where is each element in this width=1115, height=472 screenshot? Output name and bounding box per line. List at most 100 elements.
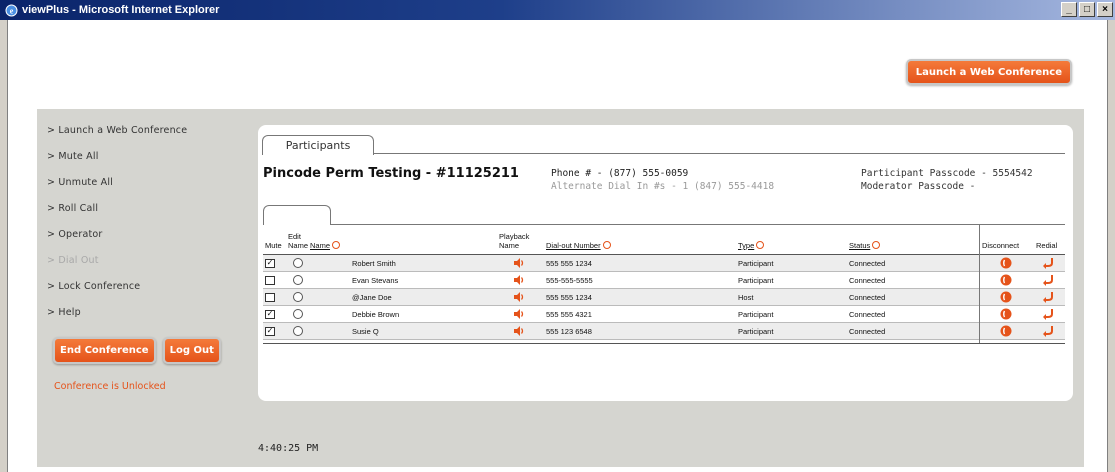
conference-title: Pincode Perm Testing - #11125211 xyxy=(263,166,519,181)
speaker-icon[interactable] xyxy=(513,306,525,322)
sort-icon[interactable] xyxy=(756,241,765,249)
participant-type: Participant xyxy=(738,309,774,319)
header-name-label: Name xyxy=(310,241,331,250)
dialout-number: 555 555 4321 xyxy=(546,309,592,319)
mute-checkbox[interactable]: ✓ xyxy=(265,326,275,336)
sidebar-item-unmute-all[interactable]: > Unmute All xyxy=(47,169,247,195)
ie-icon: e xyxy=(4,3,18,17)
log-out-button[interactable]: Log Out xyxy=(162,337,221,364)
redial-arrow-icon[interactable] xyxy=(1042,272,1055,288)
edit-name-radio[interactable] xyxy=(293,258,303,268)
maximize-button[interactable]: □ xyxy=(1079,2,1095,17)
redial-arrow-icon[interactable] xyxy=(1042,323,1055,339)
header-name[interactable]: Name xyxy=(310,241,341,250)
connection-status: Connected xyxy=(849,309,886,319)
header-playback-name: Name xyxy=(499,241,520,250)
title-bar: e viewPlus - Microsoft Internet Explorer… xyxy=(0,0,1115,20)
minimize-button[interactable]: _ xyxy=(1061,2,1077,17)
speaker-icon[interactable] xyxy=(513,272,525,288)
connection-status: Connected xyxy=(849,326,886,336)
window-title: viewPlus - Microsoft Internet Explorer xyxy=(22,4,220,16)
edit-name-radio[interactable] xyxy=(293,309,303,319)
sort-icon[interactable] xyxy=(602,241,611,249)
participant-type: Participant xyxy=(738,275,774,285)
sidebar-item-lock-conference[interactable]: > Lock Conference xyxy=(47,273,247,299)
dialout-number: 555 555 1234 xyxy=(546,292,592,302)
connection-status: Connected xyxy=(849,292,886,302)
window-frame-right xyxy=(1107,20,1115,472)
header-edit: Edit xyxy=(288,232,301,241)
header-type-label: Type xyxy=(738,241,755,250)
redial-arrow-icon[interactable] xyxy=(1042,255,1055,271)
participant-passcode: Participant Passcode - 5554542 xyxy=(861,168,1033,179)
moderator-passcode: Moderator Passcode - xyxy=(861,181,976,192)
sidebar-item-roll-call[interactable]: > Roll Call xyxy=(47,195,247,221)
end-conference-button[interactable]: End Conference xyxy=(53,337,156,364)
alternate-dial-in: Alternate Dial In #s - 1 (847) 555-4418 xyxy=(551,181,775,192)
participant-type: Participant xyxy=(738,258,774,268)
participant-name: Debbie Brown xyxy=(352,309,400,319)
participant-name: Evan Stevans xyxy=(352,275,399,285)
dialout-number: 555 123 6548 xyxy=(546,326,592,336)
participants-table: Mute Edit Name Name Playback Name Dial-o… xyxy=(263,225,1065,343)
disconnect-icon[interactable] xyxy=(1000,306,1012,322)
tab-divider xyxy=(374,153,1065,154)
dialout-number: 555-555-5555 xyxy=(546,275,593,285)
header-status[interactable]: Status xyxy=(849,241,881,250)
sidebar-item-dial-out: > Dial Out xyxy=(47,254,99,266)
connection-status: Connected xyxy=(849,258,886,268)
connection-status: Connected xyxy=(849,275,886,285)
header-playback: Playback xyxy=(499,232,530,241)
mute-checkbox[interactable] xyxy=(265,275,275,285)
edit-name-radio[interactable] xyxy=(293,275,303,285)
redial-arrow-icon[interactable] xyxy=(1042,306,1055,322)
sort-icon[interactable] xyxy=(332,241,341,249)
header-edit-name: Name xyxy=(288,241,309,250)
header-dialout-label: Dial-out Number xyxy=(546,241,601,250)
header-type[interactable]: Type xyxy=(738,241,765,250)
sidebar-item-mute-all[interactable]: > Mute All xyxy=(47,143,247,169)
disconnect-icon[interactable] xyxy=(1000,323,1012,339)
table-header: Mute Edit Name Name Playback Name Dial-o… xyxy=(263,225,1065,255)
sidebar-item-help[interactable]: > Help xyxy=(47,299,247,325)
disconnect-icon[interactable] xyxy=(1000,289,1012,305)
redial-arrow-icon[interactable] xyxy=(1042,289,1055,305)
lock-status: Conference is Unlocked xyxy=(54,381,166,392)
header-redial: Redial xyxy=(1036,241,1058,250)
passcode-info: Participant Passcode - 5554542 Moderator… xyxy=(861,167,1033,193)
participant-name: @Jane Doe xyxy=(352,292,392,302)
header-mute[interactable]: Mute xyxy=(265,241,282,250)
sidebar-item-operator[interactable]: > Operator xyxy=(47,221,247,247)
sidebar-item-launch-web-conference[interactable]: > Launch a Web Conference xyxy=(47,117,247,143)
speaker-icon[interactable] xyxy=(513,255,525,271)
tab-unnamed[interactable] xyxy=(263,205,331,225)
participant-name: Susie Q xyxy=(352,326,379,336)
sort-icon[interactable] xyxy=(872,241,881,249)
clock: 4:40:25 PM xyxy=(258,443,319,454)
table-row: Evan Stevans 555-555-5555 Participant Conne… xyxy=(263,272,1065,289)
mute-checkbox[interactable] xyxy=(265,292,275,302)
launch-web-conference-button[interactable]: Launch a Web Conference xyxy=(905,59,1072,85)
participant-type: Host xyxy=(738,292,754,302)
header-status-label: Status xyxy=(849,241,871,250)
disconnect-icon[interactable] xyxy=(1000,255,1012,271)
disconnect-icon[interactable] xyxy=(1000,272,1012,288)
edit-name-radio[interactable] xyxy=(293,326,303,336)
tab-participants[interactable]: Participants xyxy=(262,135,374,155)
window-frame-left xyxy=(0,20,8,472)
speaker-icon[interactable] xyxy=(513,289,525,305)
mute-checkbox[interactable]: ✓ xyxy=(265,309,275,319)
close-button[interactable]: × xyxy=(1097,2,1113,17)
column-separator xyxy=(979,225,980,343)
participant-name: Robert Smith xyxy=(352,258,396,268)
edit-name-radio[interactable] xyxy=(293,292,303,302)
table-row: @Jane Doe 555 555 1234 Host Connected xyxy=(263,289,1065,306)
header-dialout[interactable]: Dial-out Number xyxy=(546,241,611,250)
phone-number: Phone # - (877) 555-0059 xyxy=(551,168,689,179)
table-row: ✓ Susie Q 555 123 6548 Participant Connected xyxy=(263,323,1065,340)
table-body: ✓ Robert Smith 555 555 1234 Participant Conn… xyxy=(263,255,1065,340)
svg-text:e: e xyxy=(9,6,13,15)
mute-checkbox[interactable]: ✓ xyxy=(265,258,275,268)
speaker-icon[interactable] xyxy=(513,323,525,339)
phone-info: Phone # - (877) 555-0059 Alternate Dial … xyxy=(551,167,774,193)
